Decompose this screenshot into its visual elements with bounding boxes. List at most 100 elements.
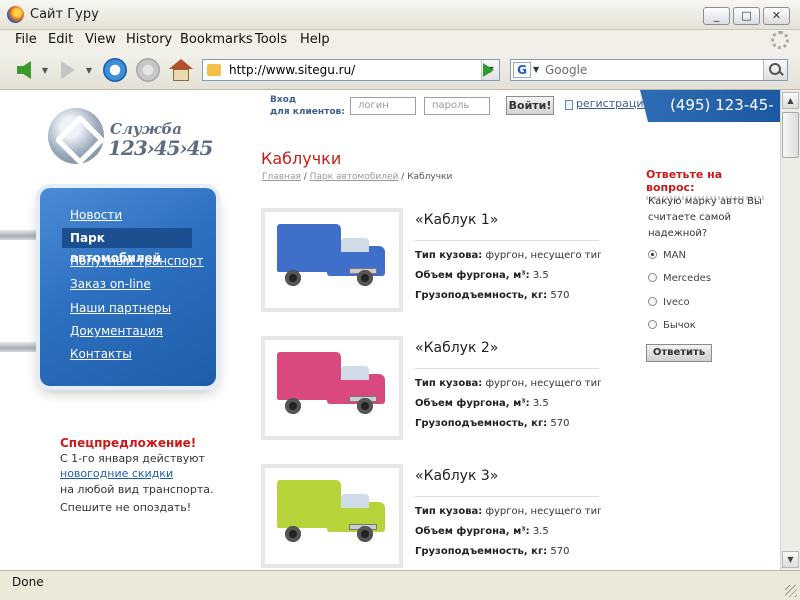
stop-icon xyxy=(136,58,160,82)
van-image-icon xyxy=(277,352,387,424)
nav-order-online[interactable]: Заказ on-line xyxy=(70,277,151,291)
window-title: Сайт Гуру xyxy=(30,7,99,22)
search-engine-icon[interactable]: G xyxy=(513,62,531,78)
search-bar[interactable]: G ▼ Google xyxy=(510,59,788,81)
forward-history-dropdown[interactable]: ▼ xyxy=(84,57,94,83)
vehicle-title[interactable]: «Каблук 1» xyxy=(415,212,498,228)
promo-text-2: на любой вид транспорта. xyxy=(60,483,214,496)
title-bar: Сайт Гуру _ □ ✕ xyxy=(0,0,800,30)
poll-title: Ответьте на вопрос: xyxy=(646,168,723,194)
divider xyxy=(415,368,599,369)
nav-fleet[interactable]: Парк автомобилей xyxy=(62,228,192,265)
spec-capacity: Грузоподъемность, кг: 570 xyxy=(415,418,570,429)
poll-option-mercedes[interactable]: Mercedes xyxy=(648,273,711,284)
van-image-icon xyxy=(277,480,387,552)
vehicle-card: «Каблук 3» Тип кузова: фургон, несущего … xyxy=(261,464,606,568)
scroll-up-button[interactable]: ▲ xyxy=(782,92,799,109)
menu-tools[interactable]: Tools xyxy=(255,32,287,47)
promo-text-3: Спешите не опоздать! xyxy=(60,501,192,514)
vehicle-photo[interactable] xyxy=(261,464,403,568)
promo-text-1: С 1-го января действуют xyxy=(60,452,205,465)
go-button[interactable] xyxy=(480,61,496,79)
menu-bookmarks[interactable]: Bookmarks xyxy=(180,32,253,47)
back-button[interactable] xyxy=(12,57,36,83)
radio-selected-icon[interactable] xyxy=(648,250,657,259)
reload-icon xyxy=(103,58,127,82)
vehicle-photo[interactable] xyxy=(261,208,403,312)
decor-pipe-bottom xyxy=(0,342,44,352)
radio-icon[interactable] xyxy=(648,273,657,282)
search-input[interactable]: Google xyxy=(545,63,587,77)
register-icon xyxy=(565,100,573,110)
forward-arrow-icon xyxy=(61,61,75,79)
breadcrumb-fleet[interactable]: Парк автомобилей xyxy=(310,172,399,182)
vehicle-title[interactable]: «Каблук 2» xyxy=(415,340,498,356)
search-engine-dropdown[interactable]: ▼ xyxy=(533,65,539,74)
promo-title: Спецпредложение! xyxy=(60,436,197,450)
poll-submit-button[interactable]: Ответить xyxy=(646,344,712,362)
promo-discount-link[interactable]: новогодние скидки xyxy=(60,467,173,480)
client-login-form: Вход для клиентов: логин пароль Войти! р… xyxy=(258,90,650,124)
menu-view[interactable]: View xyxy=(85,32,116,47)
poll-option-bychok[interactable]: Бычок xyxy=(648,320,696,331)
resize-grip[interactable] xyxy=(785,585,797,597)
vehicle-card: «Каблук 2» Тип кузова: фургон, несущего … xyxy=(261,336,606,440)
menu-file[interactable]: File xyxy=(15,32,37,47)
firefox-icon xyxy=(7,6,24,23)
radio-icon[interactable] xyxy=(648,320,657,329)
menu-bar: File Edit View History Bookmarks Tools H… xyxy=(0,30,800,50)
page-title: Каблучки xyxy=(261,149,342,168)
phone-number: (495) 123-45-45 xyxy=(640,90,780,144)
nav-shared-transport[interactable]: Попутный транспорт xyxy=(70,254,203,268)
status-text: Done xyxy=(12,575,44,589)
van-image-icon xyxy=(277,224,387,296)
divider xyxy=(415,496,599,497)
status-bar: Done xyxy=(0,570,800,600)
poll-question: Какую марку авто Вы считаете самой надеж… xyxy=(648,196,762,239)
poll-option-man[interactable]: MAN xyxy=(648,250,686,261)
reload-button[interactable] xyxy=(102,57,128,83)
register-link[interactable]: регистрация xyxy=(576,97,650,110)
forward-button[interactable] xyxy=(56,57,80,83)
breadcrumb-home[interactable]: Главная xyxy=(262,172,301,182)
password-input[interactable]: пароль xyxy=(424,97,490,115)
spec-body-type: Тип кузова: фургон, несущего типа xyxy=(415,506,601,517)
scroll-down-button[interactable]: ▼ xyxy=(782,551,799,568)
vehicle-title[interactable]: «Каблук 3» xyxy=(415,468,498,484)
divider xyxy=(415,240,599,241)
spec-volume: Объем фургона, м³: 3.5 xyxy=(415,398,549,409)
vertical-scrollbar[interactable]: ▲ ▼ xyxy=(780,90,800,570)
poll-option-iveco[interactable]: Iveco xyxy=(648,297,690,308)
nav-news[interactable]: Новости xyxy=(70,208,122,222)
poll-widget: Ответьте на вопрос: Какую марку авто Вы … xyxy=(646,168,766,362)
site-logo[interactable]: Служба 123›45›45 xyxy=(48,108,213,168)
menu-history[interactable]: History xyxy=(126,32,172,47)
spec-volume: Объем фургона, м³: 3.5 xyxy=(415,526,549,537)
breadcrumb-current: Каблучки xyxy=(407,172,453,182)
login-input[interactable]: логин xyxy=(350,97,416,115)
vehicle-photo[interactable] xyxy=(261,336,403,440)
radio-icon[interactable] xyxy=(648,297,657,306)
home-button[interactable] xyxy=(168,57,194,83)
nav-partners[interactable]: Наши партнеры xyxy=(70,301,171,315)
nav-documentation[interactable]: Документация xyxy=(70,324,163,338)
menu-help[interactable]: Help xyxy=(300,32,330,47)
scroll-thumb[interactable] xyxy=(782,112,799,158)
nav-contacts[interactable]: Контакты xyxy=(70,347,132,361)
menu-edit[interactable]: Edit xyxy=(48,32,73,47)
spec-capacity: Грузоподъемность, кг: 570 xyxy=(415,290,570,301)
address-bar[interactable]: http://www.sitegu.ru/ ▼ xyxy=(202,59,500,81)
search-button[interactable] xyxy=(763,60,787,80)
stop-button[interactable] xyxy=(135,57,161,83)
minimize-button[interactable]: _ xyxy=(703,7,730,25)
address-url[interactable]: http://www.sitegu.ru/ xyxy=(229,63,355,77)
maximize-button[interactable]: □ xyxy=(733,7,760,25)
side-navigation: Новости Парк автомобилей Попутный трансп… xyxy=(40,188,216,386)
page-viewport: Служба 123›45›45 Вход для клиентов: логи… xyxy=(0,90,780,570)
logo-mark-icon xyxy=(48,108,104,164)
back-history-dropdown[interactable]: ▼ xyxy=(40,57,50,83)
decor-pipe-top xyxy=(0,230,44,240)
login-button[interactable]: Войти! xyxy=(506,96,554,115)
close-button[interactable]: ✕ xyxy=(763,7,790,25)
logo-text-line2: 123›45›45 xyxy=(108,136,213,160)
